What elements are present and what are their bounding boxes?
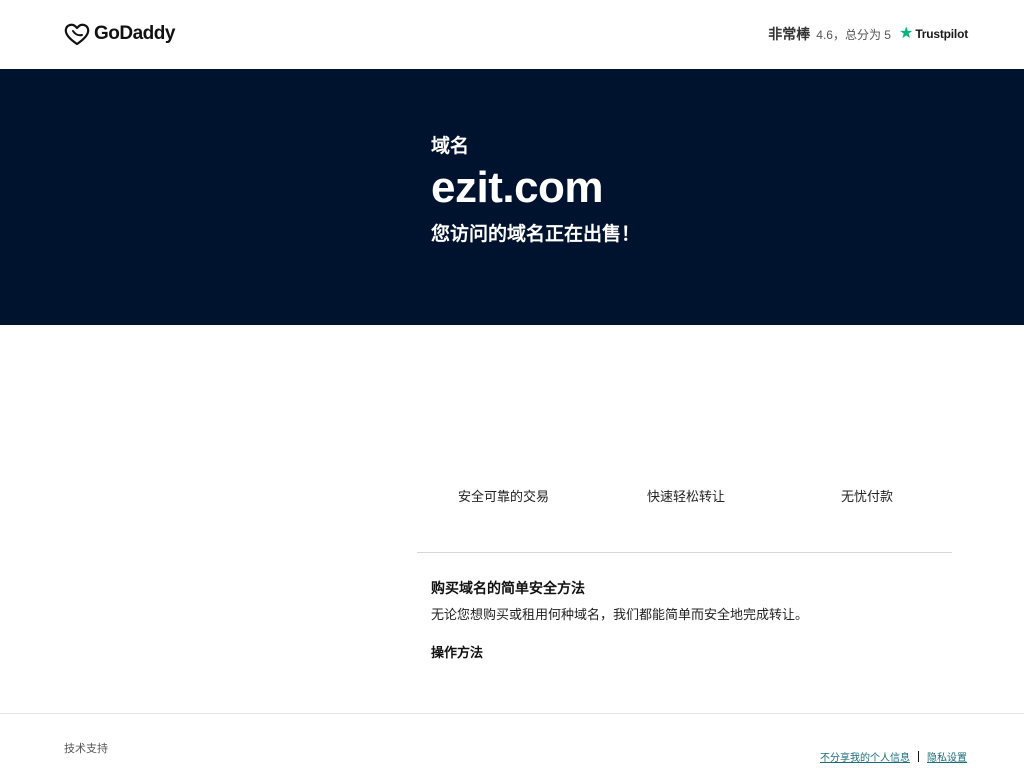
legal-links: 不分享我的个人信息 隐私设置 [820, 749, 967, 764]
support-link[interactable]: 技术支持 [64, 740, 108, 756]
feature-list: 安全可靠的交易 快速轻松转让 无忧付款 [417, 486, 952, 508]
page: GoDaddy 非常棒 4.6，总分为 5 ★ Trustpilot 域名 ez… [0, 0, 1024, 768]
rating-word: 非常棒 [768, 26, 811, 42]
godaddy-logo[interactable]: GoDaddy [64, 21, 175, 47]
godaddy-heart-icon [64, 23, 90, 46]
trustpilot-name: Trustpilot [915, 27, 968, 41]
site-header: GoDaddy 非常棒 4.6，总分为 5 ★ Trustpilot [0, 0, 1024, 69]
legal-separator [918, 751, 919, 762]
hero-subtitle: 您访问的域名正在出售！ [431, 224, 641, 245]
info-title: 购买域名的简单安全方法 [431, 580, 585, 596]
privacy-optout-link[interactable]: 不分享我的个人信息 [820, 749, 910, 764]
logo-wordmark: GoDaddy [94, 23, 175, 44]
feature-fast-transfer: 快速轻松转让 [647, 489, 726, 504]
info-body: 无论您想购买或租用何种域名，我们都能简单而安全地完成转让。 [431, 607, 809, 622]
feature-worry-free-payment: 无忧付款 [841, 489, 894, 504]
feature-secure-transaction: 安全可靠的交易 [458, 489, 550, 504]
footer-divider [0, 713, 1024, 714]
how-it-works-link[interactable]: 操作方法 [431, 642, 483, 661]
privacy-settings-link[interactable]: 隐私设置 [927, 749, 967, 764]
hero-kicker: 域名 [431, 136, 470, 157]
hero-banner: 域名 ezit.com 您访问的域名正在出售！ [0, 69, 1024, 325]
trustpilot-rating[interactable]: 非常棒 4.6，总分为 5 ★ Trustpilot [768, 24, 968, 44]
section-divider [417, 552, 952, 553]
trustpilot-star-icon: ★ [898, 25, 914, 42]
domain-name: ezit.com [431, 163, 604, 212]
rating-score: 4.6，总分为 5 [816, 27, 891, 42]
